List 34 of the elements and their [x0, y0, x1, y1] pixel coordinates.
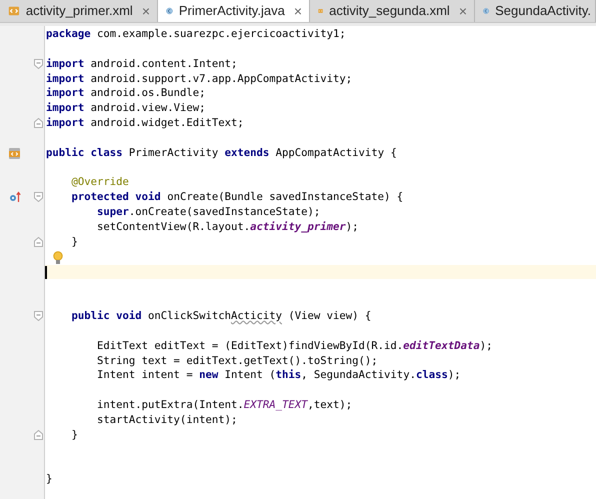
code-line: @Override: [70, 176, 129, 188]
code-line: startActivity(intent);: [96, 414, 238, 426]
code-line: import android.view.View;: [46, 102, 206, 114]
fold-icon[interactable]: [34, 311, 43, 322]
code-line: EditText editText = (EditText)findViewById(R.id.editTextData);: [96, 340, 492, 352]
lightbulb-icon[interactable]: [53, 250, 63, 265]
code-line: public void onClickSwitchActicity (View view) {: [70, 310, 372, 322]
code-line: public class PrimerActivity extends AppCompatActivity {: [46, 146, 397, 159]
code-line: }: [70, 236, 78, 248]
close-tab-button[interactable]: ×: [290, 0, 305, 22]
fold-icon[interactable]: [34, 192, 43, 202]
fold-icon[interactable]: [34, 118, 43, 128]
code-line: intent.putExtra(Intent.EXTRA_TEXT,text);: [96, 399, 352, 412]
code-line: import android.widget.EditText;: [46, 117, 244, 130]
close-tab-button[interactable]: ×: [456, 0, 470, 22]
code-line: setContentView(R.layout.activity_primer);: [96, 220, 359, 233]
fold-icon[interactable]: [34, 236, 43, 247]
code-line: import android.os.Bundle;: [46, 87, 206, 100]
xml-file-icon: [8, 4, 20, 18]
editor-tab[interactable]: PrimerActivity.java ×: [158, 0, 310, 22]
class-gutter-icon[interactable]: [8, 146, 21, 160]
override-icon[interactable]: [9, 191, 21, 204]
close-tab-button[interactable]: ×: [138, 0, 153, 22]
fold-icon[interactable]: [34, 58, 43, 69]
fold-icon[interactable]: [34, 430, 43, 440]
code-line: super.onCreate(savedInstanceState);: [96, 206, 320, 218]
code-line: import android.content.Intent;: [46, 58, 238, 70]
code-line: }: [70, 428, 78, 441]
code-line: String text = editText.getText().toString();: [96, 354, 378, 367]
code-line: }: [46, 473, 52, 486]
code-line: package com.example.suarezpc.ejercicoactivity1;: [46, 28, 346, 40]
code-line: Intent intent = new Intent (this, SegundaActivity.class);: [96, 369, 461, 382]
code-line: protected void onCreate(Bundle savedInstanceState) {: [70, 191, 404, 204]
code-line: import android.support.v7.app.AppCompatActivity;: [46, 72, 352, 85]
